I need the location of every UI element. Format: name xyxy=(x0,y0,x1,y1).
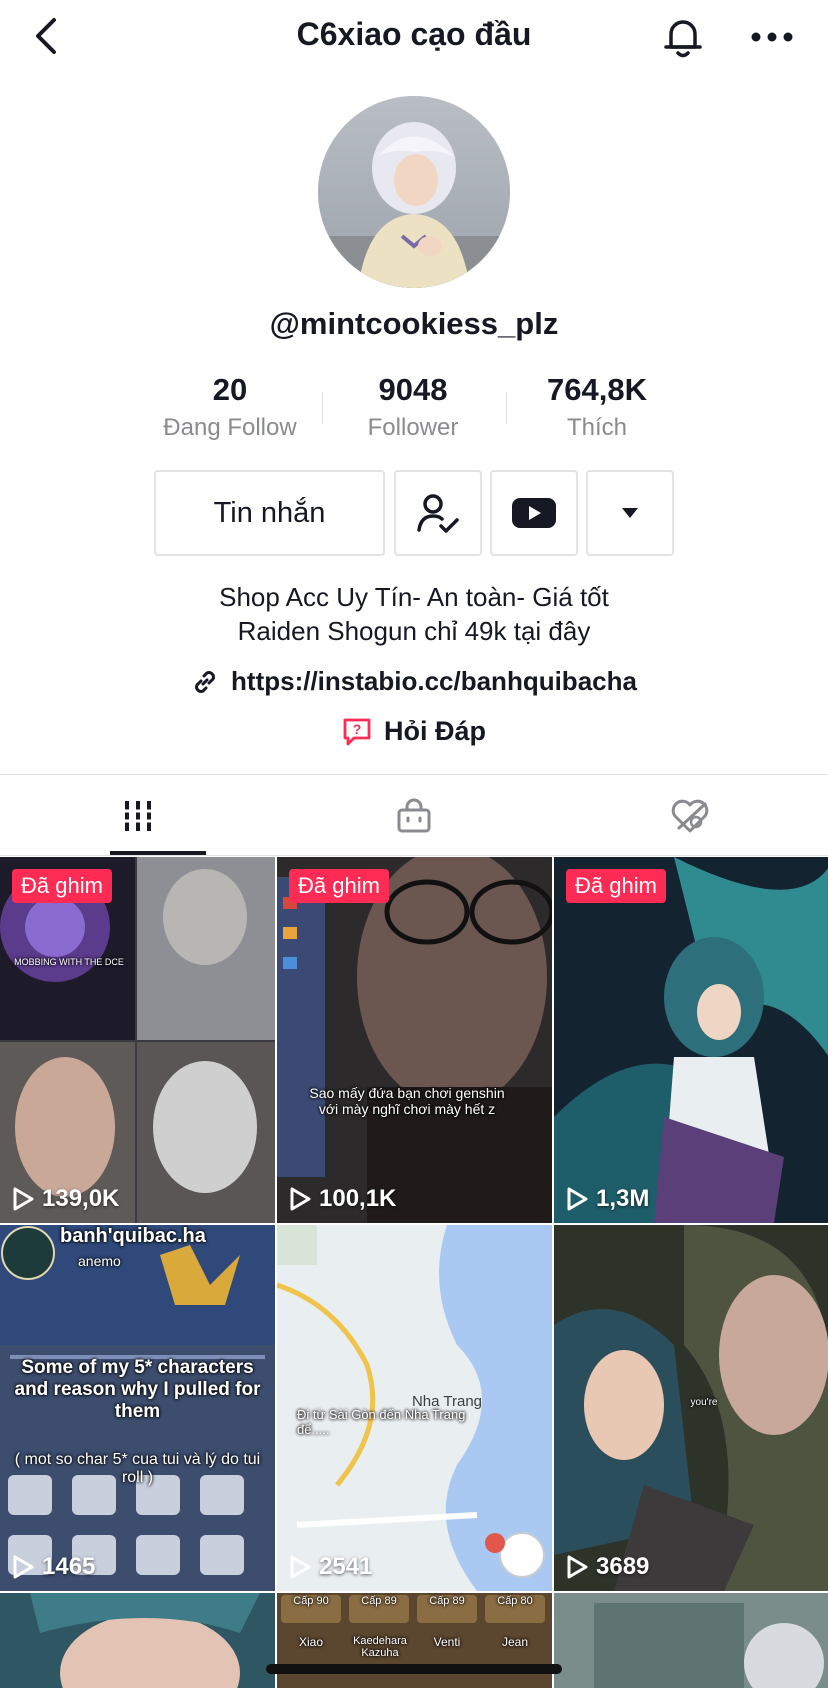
shopping-bag-icon xyxy=(397,798,431,833)
play-icon xyxy=(290,1187,311,1211)
view-count-text: 1465 xyxy=(42,1553,96,1580)
pinned-badge: Đã ghim xyxy=(289,869,389,903)
avatar-image xyxy=(318,96,510,288)
avatar[interactable] xyxy=(318,96,510,288)
tab-liked[interactable] xyxy=(552,775,828,857)
character-level: Cấp 89 xyxy=(361,1595,397,1607)
qa-label: Hỏi Đáp xyxy=(383,716,486,746)
video-thumbnail[interactable]: Đi từ Sài Gòn đến Nha Trang để..... Nha … xyxy=(277,1225,552,1591)
message-button-label: Tin nhắn xyxy=(213,496,326,529)
view-count-text: 3689 xyxy=(596,1553,650,1580)
video-thumbnail[interactable]: Sao mấy đứa bạn chơi genshin với mày ngh… xyxy=(277,857,552,1223)
view-count-text: 100,1K xyxy=(319,1185,397,1212)
view-count: 1,3M xyxy=(566,1185,649,1213)
character-level: Cấp 80 xyxy=(497,1595,533,1607)
bio-line: Raiden Shogun chỉ 49k tại đây xyxy=(237,616,591,646)
back-button[interactable] xyxy=(28,14,68,58)
bio-link-text: https://instabio.cc/banhquibacha xyxy=(231,666,637,696)
map-city-label: Nha Trang xyxy=(411,1393,483,1410)
bell-icon xyxy=(664,20,702,58)
tab-videos[interactable] xyxy=(0,775,276,857)
play-icon xyxy=(290,1555,311,1579)
more-horizontal-icon xyxy=(751,32,793,42)
video-caption: Some of my 5* characters and reason why … xyxy=(14,1357,261,1422)
view-count-text: 139,0K xyxy=(42,1185,120,1212)
svg-text:?: ? xyxy=(353,721,362,737)
video-subtitle: anemo xyxy=(78,1253,121,1269)
view-count: 100,1K xyxy=(289,1185,396,1213)
play-icon xyxy=(567,1555,588,1579)
video-caption: MOBBING WITH THE DCE xyxy=(14,957,124,967)
bio-link[interactable]: https://instabio.cc/banhquibacha xyxy=(0,666,828,697)
chevron-left-icon xyxy=(36,18,56,54)
youtube-icon xyxy=(512,498,556,528)
thumbnail-image xyxy=(0,857,275,1223)
thumbnail-image xyxy=(554,1225,828,1591)
home-indicator xyxy=(266,1664,562,1674)
content-tabs xyxy=(0,774,828,856)
more-options-button[interactable] xyxy=(748,20,796,54)
view-count: 139,0K xyxy=(12,1185,119,1213)
tab-shop[interactable] xyxy=(276,775,552,857)
view-count: 2541 xyxy=(289,1553,372,1581)
suggested-accounts-dropdown[interactable] xyxy=(586,470,674,556)
character-level: Cấp 89 xyxy=(429,1595,465,1607)
character-name: Venti xyxy=(433,1635,461,1649)
qa-button[interactable]: ? Hỏi Đáp xyxy=(0,716,828,747)
character-name: Xiao xyxy=(298,1635,324,1649)
likes-label: Thích xyxy=(566,414,628,441)
thumbnail-image xyxy=(554,1593,828,1688)
pinned-badge: Đã ghim xyxy=(566,869,666,903)
followers-count: 9048 xyxy=(378,372,448,407)
character-name: Jean xyxy=(501,1635,529,1649)
video-thumbnail[interactable] xyxy=(0,1593,275,1688)
video-thumbnail[interactable]: you're 3689 xyxy=(554,1225,828,1591)
followers-stat[interactable]: 9048 Follower xyxy=(313,372,513,442)
following-stat[interactable]: 20 Đang Follow xyxy=(130,372,330,442)
play-icon xyxy=(13,1187,34,1211)
thumbnail-image xyxy=(554,857,828,1223)
view-count: 1465 xyxy=(12,1553,95,1581)
view-count-text: 1,3M xyxy=(596,1185,650,1212)
top-bar: C6xiao cạo đầu xyxy=(0,0,828,74)
username: @mintcookiess_plz xyxy=(269,306,559,341)
following-label: Đang Follow xyxy=(163,414,297,441)
video-thumbnail[interactable]: Đã ghim 1,3M xyxy=(554,857,828,1223)
likes-count: 764,8K xyxy=(547,372,647,407)
page-title: C6xiao cạo đầu xyxy=(296,16,532,52)
pinned-badge: Đã ghim xyxy=(12,869,112,903)
followers-label: Follower xyxy=(367,414,459,441)
video-caption-secondary: ( mot so char 5* cua tui và lý do tui ro… xyxy=(14,1451,261,1486)
video-thumbnail[interactable] xyxy=(554,1593,828,1688)
character-level: Cấp 90 xyxy=(293,1595,329,1607)
question-bubble-icon: ? xyxy=(343,718,371,745)
character-name: Kaedehara Kazuha xyxy=(353,1635,407,1659)
bio-line: Shop Acc Uy Tín- An toàn- Giá tốt xyxy=(219,582,609,612)
likes-stat[interactable]: 764,8K Thích xyxy=(497,372,697,442)
view-count: 3689 xyxy=(566,1553,649,1581)
play-icon xyxy=(13,1555,34,1579)
video-caption: you're xyxy=(690,1397,718,1408)
message-button[interactable]: Tin nhắn xyxy=(154,470,385,556)
thumbnail-image xyxy=(0,1593,275,1688)
video-thumbnail[interactable]: banh'quibac.ha anemo Some of my 5* chara… xyxy=(0,1225,275,1591)
following-count: 20 xyxy=(212,372,248,407)
heart-hidden-icon xyxy=(671,799,709,833)
active-tab-indicator xyxy=(110,851,206,855)
video-title: banh'quibac.ha xyxy=(60,1225,206,1247)
link-icon xyxy=(195,670,215,693)
video-thumbnail[interactable]: MOBBING WITH THE DCE Đã ghim 139,0K xyxy=(0,857,275,1223)
video-caption: Sao mấy đứa bạn chơi genshin với mày ngh… xyxy=(309,1085,505,1117)
user-check-icon xyxy=(417,494,459,533)
view-count-text: 2541 xyxy=(319,1553,373,1580)
notifications-button[interactable] xyxy=(660,14,706,60)
following-status-button[interactable] xyxy=(394,470,482,556)
youtube-button[interactable] xyxy=(490,470,578,556)
thumbnail-image xyxy=(277,857,552,1223)
caret-down-icon xyxy=(622,508,638,518)
video-caption: Đi từ Sài Gòn đến Nha Trang để..... xyxy=(297,1407,466,1437)
grid-icon xyxy=(122,801,154,831)
play-icon xyxy=(567,1187,588,1211)
